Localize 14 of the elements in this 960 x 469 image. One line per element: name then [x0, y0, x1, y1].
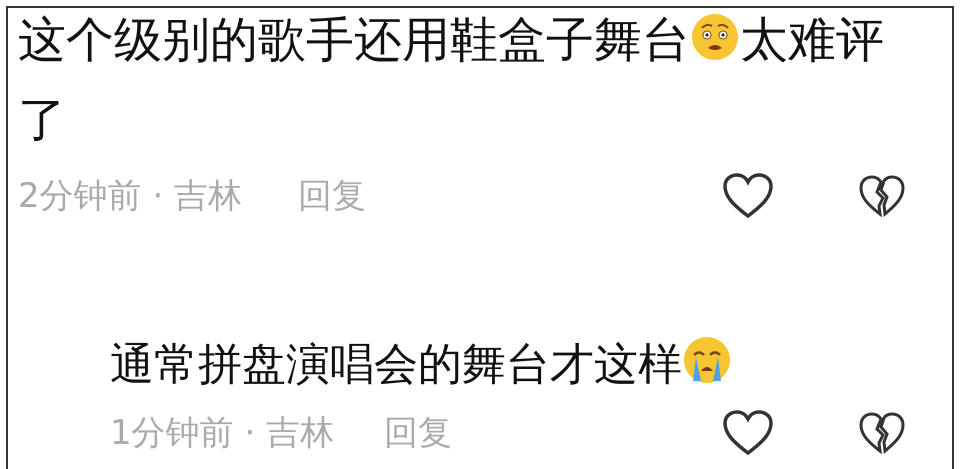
broken-heart-icon[interactable]: [858, 174, 906, 218]
heart-icon[interactable]: [722, 409, 774, 457]
comment-meta: 1分钟前 · 吉林: [110, 412, 334, 454]
broken-heart-icon[interactable]: [858, 411, 906, 455]
comment-text: 这个级别的歌手还用鞋盒子舞台: [18, 12, 690, 68]
reply-link[interactable]: 回复: [384, 408, 452, 458]
comment-meta: 2分钟前 · 吉林: [18, 174, 242, 218]
heart-icon[interactable]: [722, 172, 774, 220]
comment-text: 通常拼盘演唱会的舞台才这样: [110, 339, 682, 390]
comment-text: 了: [18, 92, 66, 148]
reply-link[interactable]: 回复: [298, 170, 366, 222]
worried-face-icon: [690, 12, 740, 62]
crying-face-icon: [682, 335, 732, 385]
comment-text: 太难评: [740, 12, 884, 68]
